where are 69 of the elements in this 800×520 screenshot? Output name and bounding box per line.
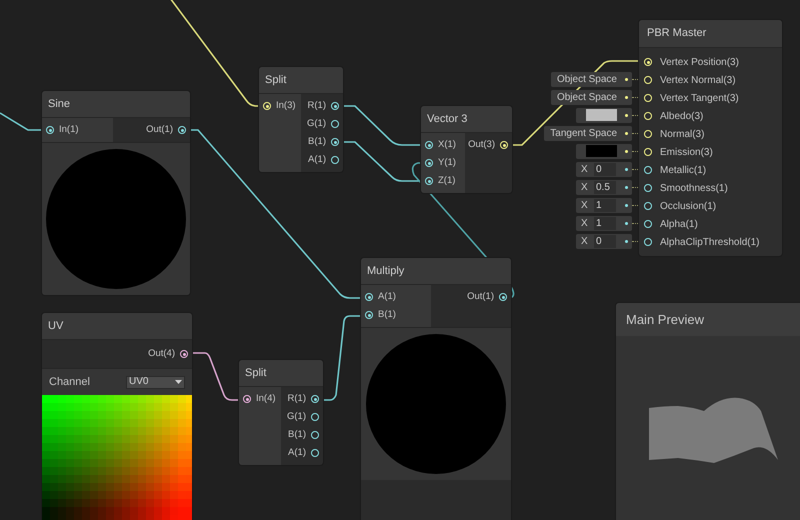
number-field[interactable]: X 0 — [576, 234, 632, 248]
node-title: UV — [48, 318, 64, 334]
panel-title: Main Preview — [626, 310, 704, 329]
axis-label: X — [581, 216, 589, 230]
port-label: AlphaClipThreshold(1) — [660, 236, 760, 250]
port-label: Y(1) — [438, 156, 456, 170]
port-label: R(1) — [288, 392, 306, 406]
channel-label: Channel — [49, 374, 90, 390]
node-card[interactable]: UV Out(4) Channel UV0 — [41, 312, 193, 520]
axis-label: X — [581, 162, 589, 176]
port-label: G(1) — [287, 410, 306, 424]
space-label: Object Space — [556, 90, 617, 104]
port-label: B(1) — [378, 308, 396, 322]
node-card[interactable]: Vector 3 X(1) Y(1) Z(1) Out(3) — [420, 105, 513, 194]
number-field[interactable]: X 0 — [576, 162, 632, 176]
port-label: Vertex Tangent(3) — [660, 92, 739, 106]
port-label: Out(4) — [148, 346, 175, 361]
value-input[interactable]: 1 — [594, 198, 616, 212]
port-label: Vertex Position(3) — [660, 56, 739, 70]
number-field[interactable]: X 0.5 — [576, 180, 632, 194]
space-label: Object Space — [556, 72, 617, 86]
node-card[interactable]: Split In(3) R(1) G(1) B(1) A(1) — [258, 66, 344, 173]
port-label: Z(1) — [438, 174, 456, 188]
number-field[interactable]: X 1 — [576, 198, 632, 212]
port-label: Out(3) — [468, 138, 495, 152]
node-card[interactable]: Sine In(1) Out(1) — [41, 90, 191, 296]
port-label: A(1) — [378, 290, 396, 304]
channel-dropdown[interactable]: UV0 — [126, 376, 185, 388]
port-label: In(4) — [256, 392, 276, 406]
axis-label: X — [581, 180, 589, 194]
port-label: B(1) — [308, 134, 326, 149]
node-card[interactable]: Split In(4) R(1) G(1) B(1) A(1) — [238, 359, 324, 466]
space-dropdown[interactable]: Tangent Space — [544, 126, 632, 140]
node-title: Split — [245, 366, 266, 381]
space-dropdown[interactable]: Object Space — [550, 90, 632, 104]
node-card[interactable]: PBR Master Vertex Position(3) Vertex Normal(3) Vertex Tangent(3) Albedo(3) Normal(3) Emission(3) Metallic(1) Smoothness(1) Occlusion(1) Alpha(1) AlphaClipThreshold(1) — [638, 19, 783, 257]
port-label: Albedo(3) — [660, 110, 704, 124]
value-input[interactable]: 0 — [594, 234, 616, 248]
port-label: Out(1) — [146, 122, 173, 137]
space-label: Tangent Space — [550, 126, 617, 140]
space-dropdown[interactable]: Object Space — [550, 72, 632, 86]
port-label: A(1) — [288, 446, 306, 460]
port-label: Smoothness(1) — [660, 182, 728, 196]
value-input[interactable]: 1 — [594, 216, 616, 230]
port-label: Occlusion(1) — [660, 200, 716, 214]
node-title: Vector 3 — [427, 112, 468, 127]
port-label: X(1) — [438, 138, 456, 152]
value-input[interactable]: 0 — [594, 162, 616, 176]
port-label: G(1) — [307, 116, 326, 131]
value-input[interactable]: 0.5 — [594, 180, 616, 194]
axis-label: X — [581, 234, 589, 248]
port-label: Alpha(1) — [660, 218, 698, 232]
port-label: Metallic(1) — [660, 164, 706, 178]
port-label: In(3) — [276, 98, 296, 113]
port-label: Normal(3) — [660, 128, 704, 142]
axis-label: X — [581, 198, 589, 212]
port-label: Emission(3) — [660, 146, 713, 160]
node-card[interactable]: Multiply A(1) B(1) Out(1) — [360, 257, 512, 520]
port-label: B(1) — [288, 428, 306, 442]
port-label: In(1) — [59, 122, 79, 137]
port-label: A(1) — [308, 152, 326, 167]
node-title: Multiply — [367, 264, 404, 279]
node-title: Sine — [48, 96, 70, 112]
node-title: PBR Master — [647, 26, 706, 42]
node-title: Split — [265, 72, 286, 88]
number-field[interactable]: X 1 — [576, 216, 632, 230]
port-label: Out(1) — [467, 290, 494, 304]
port-label: Vertex Normal(3) — [660, 74, 736, 88]
port-label: R(1) — [308, 98, 326, 113]
